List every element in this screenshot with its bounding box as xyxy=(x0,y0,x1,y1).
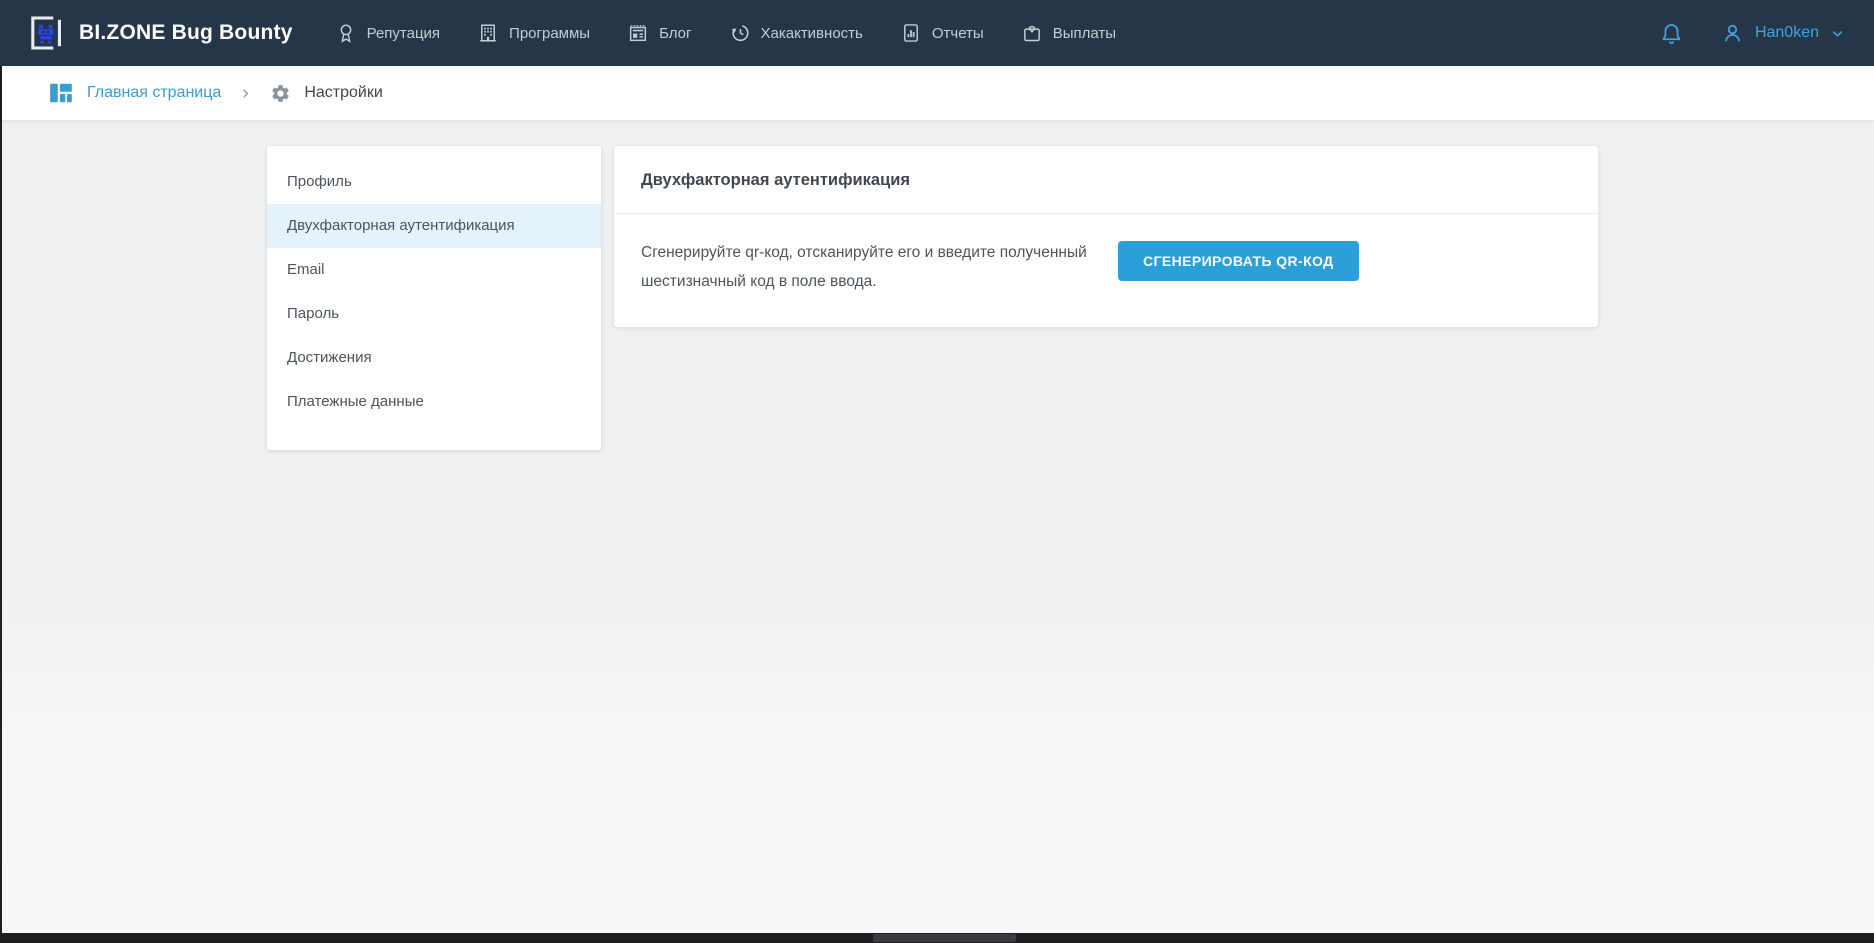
nav-item-label: Выплаты xyxy=(1053,25,1116,42)
briefcase-icon xyxy=(1021,22,1043,44)
newspaper-icon xyxy=(627,22,649,44)
panel-body: Сгенерируйте qr-код, отсканируйте его и … xyxy=(614,214,1598,327)
sidebar-item-two-factor[interactable]: Двухфакторная аутентификация xyxy=(267,204,601,248)
report-chart-icon xyxy=(900,22,922,44)
chevron-right-icon xyxy=(238,86,253,101)
horizontal-scrollbar[interactable] xyxy=(0,933,1874,943)
breadcrumb-current: Настройки xyxy=(304,84,382,102)
panel-title: Двухфакторная аутентификация xyxy=(614,146,1598,214)
window-left-edge xyxy=(0,66,2,943)
user-icon xyxy=(1720,21,1745,46)
panel-description: Сгенерируйте qr-код, отсканируйте его и … xyxy=(641,239,1096,296)
chevron-down-icon xyxy=(1829,25,1846,42)
gear-icon xyxy=(270,83,291,104)
nav-item-programs[interactable]: Программы xyxy=(477,22,590,44)
generate-qr-button[interactable]: СГЕНЕРИРОВАТЬ QR-КОД xyxy=(1118,241,1359,281)
sidebar-item-achievements[interactable]: Достижения xyxy=(267,336,601,380)
main-menu: Репутация Программы xyxy=(335,22,1116,44)
two-factor-panel: Двухфакторная аутентификация Сгенерируйт… xyxy=(614,146,1598,327)
nav-item-reputation[interactable]: Репутация xyxy=(335,22,440,44)
sidebar-item-profile[interactable]: Профиль xyxy=(267,160,601,204)
bell-icon[interactable] xyxy=(1659,21,1684,46)
nav-item-hackactivity[interactable]: Хакактивность xyxy=(729,22,863,44)
breadcrumb: Главная страница Настройки xyxy=(0,66,1874,121)
nav-item-label: Программы xyxy=(509,25,590,42)
medal-icon xyxy=(335,22,357,44)
scrollbar-thumb[interactable] xyxy=(873,934,1016,942)
nav-item-label: Хакактивность xyxy=(761,25,863,42)
nav-item-label: Репутация xyxy=(367,25,440,42)
top-navigation-bar: BI.ZONE Bug Bounty Репутация xyxy=(0,0,1874,66)
nav-item-label: Блог xyxy=(659,25,691,42)
breadcrumb-home-link[interactable]: Главная страница xyxy=(87,84,221,102)
nav-item-reports[interactable]: Отчеты xyxy=(900,22,984,44)
bug-logo-icon xyxy=(26,13,66,53)
username: Han0ken xyxy=(1755,24,1819,42)
brand-title: BI.ZONE Bug Bounty xyxy=(79,21,293,45)
nav-item-payouts[interactable]: Выплаты xyxy=(1021,22,1116,44)
sidebar-item-password[interactable]: Пароль xyxy=(267,292,601,336)
history-icon xyxy=(729,22,751,44)
building-icon xyxy=(477,22,499,44)
user-menu[interactable]: Han0ken xyxy=(1720,21,1846,46)
nav-item-label: Отчеты xyxy=(932,25,984,42)
settings-page: Профиль Двухфакторная аутентификация Ema… xyxy=(0,121,1874,450)
sidebar-item-payment-details[interactable]: Платежные данные xyxy=(267,380,601,424)
nav-right-section: Han0ken xyxy=(1659,21,1846,46)
brand-logo[interactable]: BI.ZONE Bug Bounty xyxy=(26,13,293,53)
sidebar-item-email[interactable]: Email xyxy=(267,248,601,292)
settings-menu: Профиль Двухфакторная аутентификация Ema… xyxy=(267,146,601,450)
dashboard-icon xyxy=(48,80,74,106)
nav-item-blog[interactable]: Блог xyxy=(627,22,691,44)
